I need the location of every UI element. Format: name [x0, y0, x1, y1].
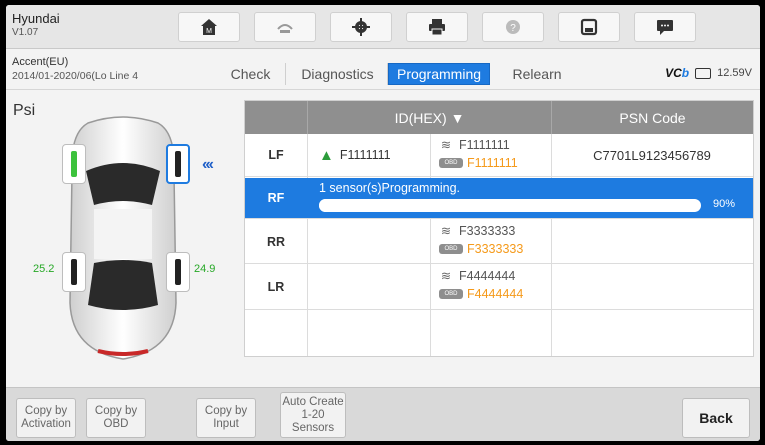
- vci-connection-icon: VCb: [665, 66, 690, 80]
- table-row-lr[interactable]: LR ≋ F4444444 OBD F4444444: [245, 265, 753, 310]
- programming-progress-percent: 90%: [713, 198, 736, 210]
- row-id: [307, 220, 429, 263]
- svg-text:?: ?: [510, 23, 516, 34]
- wireless-icon: ≋: [440, 269, 452, 283]
- battery-icon: [695, 67, 712, 79]
- tab-check[interactable]: Check: [216, 63, 286, 85]
- copy-by-input-button[interactable]: Copy by Input: [196, 398, 256, 438]
- print-button[interactable]: [406, 12, 468, 42]
- app-brand: Hyundai V1.07: [12, 11, 162, 40]
- programming-progress-bar: [319, 199, 701, 212]
- help-button[interactable]: ?: [482, 12, 544, 42]
- tire-left-front[interactable]: [62, 144, 86, 184]
- tab-relearn[interactable]: Relearn: [492, 63, 582, 85]
- print-icon: [429, 19, 445, 36]
- vehicle-info: Accent(EU) 2014/01-2020/06(Lo Line 4: [12, 55, 202, 83]
- table-row-rr[interactable]: RR ≋ F3333333 OBD F3333333: [245, 220, 753, 264]
- row-position: LR: [267, 280, 285, 294]
- row-psn-code: [552, 265, 752, 309]
- programming-status-text: 1 sensor(s)Programming.: [319, 181, 461, 195]
- sensor-ok-icon: ▲: [319, 146, 334, 164]
- svg-text:M: M: [206, 28, 212, 35]
- tire-right-front[interactable]: [166, 144, 190, 184]
- help-icon: ?: [506, 20, 520, 34]
- tab-programming[interactable]: Programming: [388, 63, 490, 85]
- table-row-rf[interactable]: RF 1 sensor(s)Programming. 90%: [245, 178, 753, 219]
- left-rear-pressure: 25.2: [33, 263, 55, 275]
- row-position: RF: [267, 191, 285, 205]
- row-sensor-ids: ≋ F4444444 OBD F4444444: [439, 269, 524, 301]
- row-sensor-ids: ≋ F3333333 OBD F3333333: [439, 224, 524, 256]
- row-position: LF: [268, 148, 284, 162]
- obd-icon: OBD: [439, 244, 463, 254]
- right-rear-pressure: 24.9: [194, 263, 216, 275]
- app-version: V1.07: [12, 27, 39, 38]
- row-id: [307, 265, 429, 309]
- row-id: ▲ F1111111: [319, 146, 391, 164]
- wireless-icon: ≋: [440, 138, 452, 152]
- copy-by-obd-button[interactable]: Copy by OBD: [86, 398, 146, 438]
- vci-status: VCb 12.59V: [665, 66, 752, 80]
- message-icon: [657, 20, 673, 35]
- vehicle-lift-button[interactable]: [254, 12, 316, 42]
- settings-button[interactable]: [330, 12, 392, 42]
- car-lift-icon: [277, 24, 293, 33]
- settings-icon: [352, 18, 370, 36]
- header-position: [245, 101, 307, 134]
- copy-by-activation-button[interactable]: Copy by Activation: [16, 398, 76, 438]
- table-header: ID(HEX) ▼ PSN Code: [245, 101, 753, 134]
- save-button[interactable]: [558, 12, 620, 42]
- function-header: Accent(EU) 2014/01-2020/06(Lo Line 4 Che…: [6, 50, 760, 90]
- message-button[interactable]: [634, 12, 696, 42]
- top-toolbar: Hyundai V1.07 M ?: [6, 5, 760, 49]
- vehicle-years: 2014/01-2020/06(Lo Line 4: [12, 70, 139, 82]
- back-button[interactable]: Back: [682, 398, 750, 438]
- active-sensor-arrows-icon: ‹‹‹: [202, 156, 214, 173]
- obd-icon: OBD: [439, 158, 463, 168]
- sensor-table: ID(HEX) ▼ PSN Code LF ▲ F1111111 ≋ F11111…: [244, 100, 754, 357]
- save-icon: [580, 18, 598, 36]
- tab-diagnostics[interactable]: Diagnostics: [288, 63, 388, 85]
- home-button[interactable]: M: [178, 12, 240, 42]
- header-psn-code: PSN Code: [551, 101, 753, 134]
- vehicle-model: Accent(EU): [12, 56, 69, 68]
- tire-right-rear[interactable]: [166, 252, 190, 292]
- row-position: RR: [266, 234, 286, 249]
- bottom-toolbar: Copy by Activation Copy by OBD Copy by I…: [6, 387, 760, 441]
- auto-create-sensors-button[interactable]: Auto Create 1-20 Sensors: [280, 392, 346, 438]
- obd-icon: OBD: [439, 289, 463, 299]
- home-icon: M: [201, 19, 217, 35]
- table-row-lf[interactable]: LF ▲ F1111111 ≋ F1111111 OBD F1111111 C770…: [245, 134, 753, 177]
- battery-voltage: 12.59V: [717, 67, 752, 79]
- vehicle-make: Hyundai: [12, 11, 60, 26]
- tpms-programming-screen: Hyundai V1.07 M ? Accent(EU) 2014/01-202…: [6, 5, 760, 441]
- row-psn-code: C7701L9123456789: [593, 147, 711, 163]
- pressure-unit: Psi: [13, 102, 36, 119]
- header-id-hex[interactable]: ID(HEX) ▼: [307, 101, 551, 134]
- tire-left-rear[interactable]: [62, 252, 86, 292]
- wireless-icon: ≋: [440, 224, 452, 238]
- row-psn-code: [552, 220, 752, 263]
- row-sensor-ids: ≋ F1111111 OBD F1111111: [439, 138, 518, 170]
